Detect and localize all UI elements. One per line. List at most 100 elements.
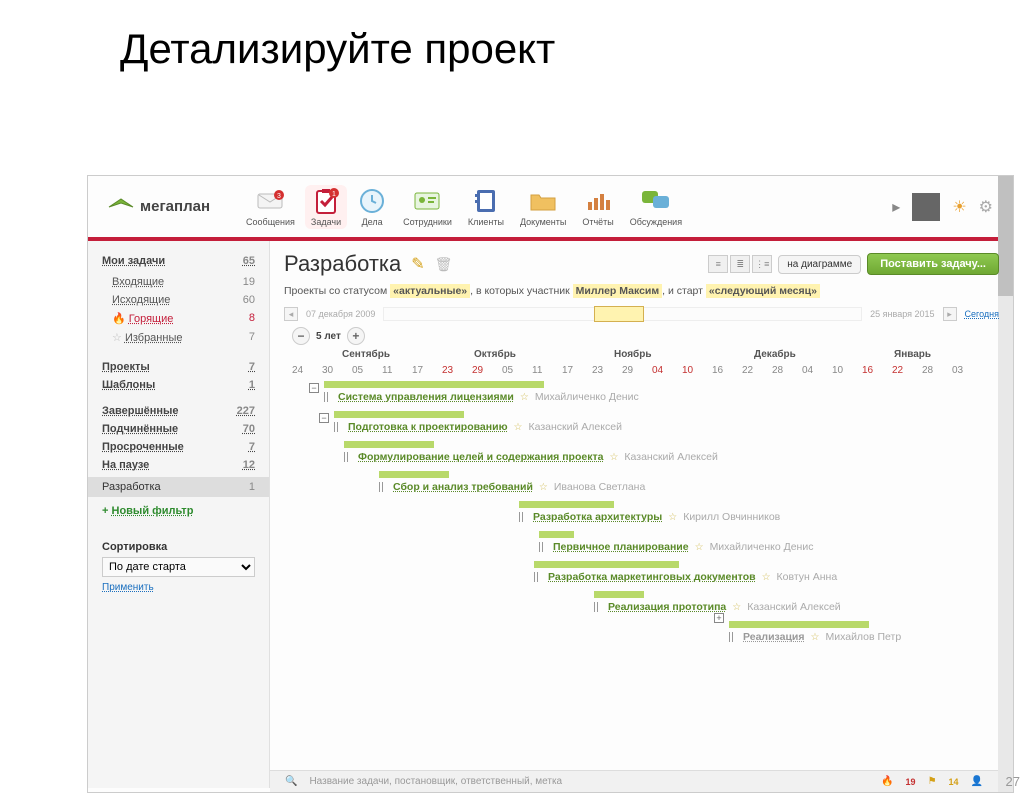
drag-handle-icon[interactable] — [344, 452, 352, 462]
gantt-task[interactable]: Подготовка к проектированию☆Казанский Ал… — [334, 421, 622, 433]
new-filter-link[interactable]: Новый фильтр — [112, 505, 194, 517]
gantt-bar[interactable] — [379, 471, 449, 478]
expand-toggle[interactable]: − — [319, 413, 329, 423]
task-title-link[interactable]: Разработка архитектуры — [533, 511, 662, 523]
drag-handle-icon[interactable] — [539, 542, 547, 552]
task-title-link[interactable]: Реализация — [743, 631, 805, 643]
month-label: Сентябрь — [342, 349, 390, 360]
sidebar-my-tasks[interactable]: Мои задачи65 — [102, 255, 255, 267]
drag-handle-icon[interactable] — [594, 602, 602, 612]
nav-employees[interactable]: Сотрудники — [397, 185, 458, 229]
nav-discussions[interactable]: Обсуждения — [624, 185, 688, 229]
day-label: 10 — [682, 365, 693, 376]
sidebar-templates[interactable]: Шаблоны1 — [102, 379, 255, 391]
star-icon[interactable]: ☆ — [695, 542, 704, 553]
apply-link[interactable]: Применить — [102, 582, 154, 593]
gantt-bar[interactable] — [729, 621, 869, 628]
timeline-prev[interactable]: ◂ — [284, 307, 298, 321]
gear-icon[interactable]: ⚙ — [979, 197, 993, 217]
sidebar-paused[interactable]: На паузе12 — [102, 459, 255, 471]
gantt-task[interactable]: Формулирование целей и содержания проект… — [344, 451, 718, 463]
today-link[interactable]: Сегодня — [965, 309, 1000, 319]
timeline-next[interactable]: ▸ — [943, 307, 957, 321]
view-compact-icon[interactable]: ≣ — [730, 255, 750, 273]
gantt-bar[interactable] — [324, 381, 544, 388]
timeline-end: 25 января 2015 — [870, 309, 934, 319]
sidebar-overdue[interactable]: Просроченные7 — [102, 441, 255, 453]
zoom-in-button[interactable]: + — [347, 327, 365, 345]
star-icon[interactable]: ☆ — [811, 632, 820, 643]
drag-handle-icon[interactable] — [729, 632, 737, 642]
expand-toggle[interactable]: + — [714, 613, 724, 623]
sidebar-dev-selected[interactable]: Разработка1 — [88, 477, 269, 497]
task-title-link[interactable]: Сбор и анализ требований — [393, 481, 533, 493]
sidebar-hot[interactable]: 🔥 Горящие8 — [102, 309, 255, 328]
trash-icon[interactable]: 🗑 — [435, 256, 453, 273]
gantt-task[interactable]: Первичное планирование☆Михайличенко Дени… — [539, 541, 813, 553]
page-title: Разработка — [284, 251, 401, 277]
sidebar-subordinates[interactable]: Подчинённые70 — [102, 423, 255, 435]
nav-reports[interactable]: Отчёты — [576, 185, 619, 229]
diagram-button[interactable]: на диаграмме — [778, 255, 861, 274]
timeline-handle[interactable] — [594, 306, 644, 322]
drag-handle-icon[interactable] — [324, 392, 332, 402]
sort-label: Сортировка — [102, 541, 255, 553]
drag-handle-icon[interactable] — [334, 422, 342, 432]
drag-handle-icon[interactable] — [379, 482, 387, 492]
chat-bubbles-icon — [641, 187, 671, 215]
star-icon[interactable]: ☆ — [668, 512, 677, 523]
task-title-link[interactable]: Подготовка к проектированию — [348, 421, 508, 433]
timeline-range[interactable] — [383, 307, 862, 321]
gantt-bar[interactable] — [344, 441, 434, 448]
gantt-task[interactable]: Система управления лицензиями☆Михайличен… — [324, 391, 639, 403]
gantt-bar[interactable] — [534, 561, 679, 568]
gantt-task[interactable]: Разработка архитектуры☆Кирилл Овчинников — [519, 511, 780, 523]
view-list-icon[interactable]: ≡ — [708, 255, 728, 273]
day-label: 24 — [292, 365, 303, 376]
view-tree-icon[interactable]: ⋮≡ — [752, 255, 772, 273]
star-icon[interactable]: ☆ — [520, 392, 529, 403]
drag-handle-icon[interactable] — [519, 512, 527, 522]
nav-messages[interactable]: 3Сообщения — [240, 185, 301, 229]
task-title-link[interactable]: Формулирование целей и содержания проект… — [358, 451, 603, 463]
gantt-task[interactable]: Разработка маркетинговых документов☆Ковт… — [534, 571, 837, 583]
pencil-icon[interactable]: ✎ — [411, 254, 424, 274]
user-icon[interactable]: 👤 — [971, 776, 983, 787]
gantt-bar[interactable] — [334, 411, 464, 418]
chevron-right-icon[interactable]: ▸ — [892, 197, 900, 217]
brand-logo[interactable]: мегаплан — [108, 197, 210, 217]
sidebar-outbox[interactable]: Исходящие60 — [102, 291, 255, 309]
star-icon[interactable]: ☆ — [609, 452, 618, 463]
search-icon[interactable]: 🔍 — [285, 776, 297, 787]
drag-handle-icon[interactable] — [534, 572, 542, 582]
star-icon[interactable]: ☆ — [762, 572, 771, 583]
task-title-link[interactable]: Первичное планирование — [553, 541, 689, 553]
task-title-link[interactable]: Система управления лицензиями — [338, 391, 514, 403]
nav-tasks[interactable]: 1Задачи — [305, 185, 347, 229]
sidebar-done[interactable]: Завершённые227 — [102, 405, 255, 417]
sidebar-inbox[interactable]: Входящие19 — [102, 273, 255, 291]
gantt-bar[interactable] — [519, 501, 614, 508]
gantt-task[interactable]: Сбор и анализ требований☆Иванова Светлан… — [379, 481, 645, 493]
nav-clients[interactable]: Клиенты — [462, 185, 510, 229]
task-title-link[interactable]: Разработка маркетинговых документов — [548, 571, 756, 583]
zoom-out-button[interactable]: − — [292, 327, 310, 345]
gantt-task[interactable]: Реализация прототипа☆Казанский Алексей — [594, 601, 841, 613]
sidebar-favorites[interactable]: ☆ Избранные7 — [102, 328, 255, 347]
nav-documents[interactable]: Документы — [514, 185, 572, 229]
expand-toggle[interactable]: − — [309, 383, 319, 393]
sun-icon[interactable]: ☀ — [952, 197, 966, 217]
new-task-button[interactable]: Поставить задачу... — [867, 253, 999, 275]
star-icon[interactable]: ☆ — [732, 602, 741, 613]
avatar[interactable] — [912, 193, 940, 221]
sidebar-projects[interactable]: Проекты7 — [102, 361, 255, 373]
star-icon[interactable]: ☆ — [539, 482, 548, 493]
day-label: 22 — [742, 365, 753, 376]
star-icon[interactable]: ☆ — [514, 422, 523, 433]
nav-affairs[interactable]: Дела — [351, 185, 393, 229]
task-title-link[interactable]: Реализация прототипа — [608, 601, 726, 613]
sort-select[interactable]: По дате старта — [102, 557, 255, 577]
gantt-bar[interactable] — [594, 591, 644, 598]
gantt-bar[interactable] — [539, 531, 574, 538]
gantt-task[interactable]: Реализация☆Михайлов Петр — [729, 631, 901, 643]
